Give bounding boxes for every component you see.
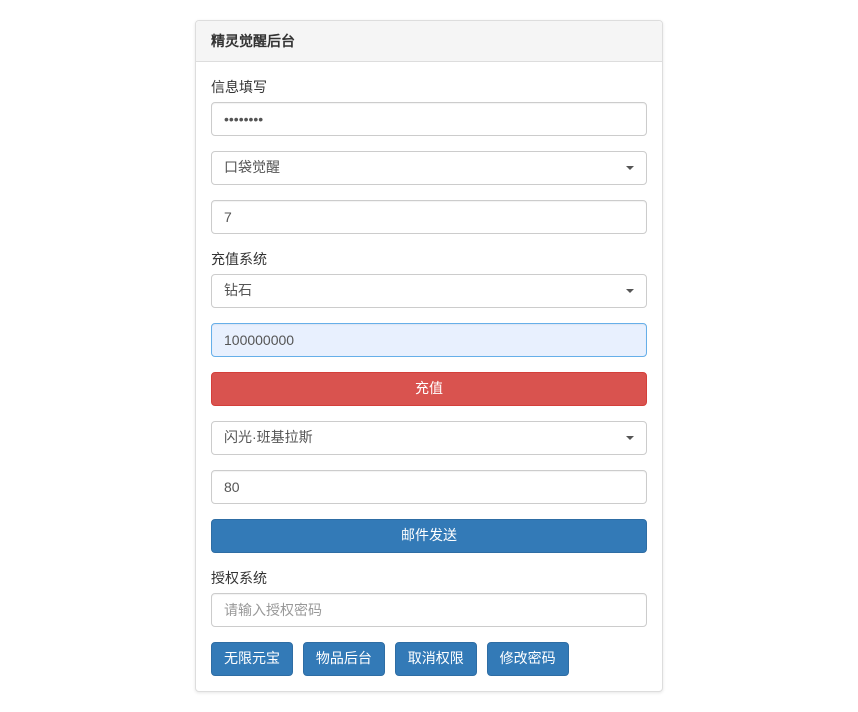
gate-selected-label: 口袋觉醒 <box>224 159 280 175</box>
region-input[interactable] <box>211 200 647 234</box>
auth-button-row: 无限元宝 物品后台 取消权限 修改密码 <box>211 642 647 676</box>
quantity-input[interactable] <box>211 470 647 504</box>
admin-panel: 精灵觉醒后台 信息填写 口袋觉醒 充值系统 钻石 <box>195 20 663 692</box>
gate-dropdown-toggle[interactable]: 口袋觉醒 <box>211 151 647 185</box>
item-backend-button[interactable]: 物品后台 <box>303 642 385 676</box>
item-dropdown-toggle[interactable]: 闪光·班基拉斯 <box>211 421 647 455</box>
caret-down-icon <box>626 289 634 293</box>
currency-selected-label: 钻石 <box>224 282 252 298</box>
panel-body: 信息填写 口袋觉醒 充值系统 钻石 <box>196 62 662 691</box>
password-input[interactable] <box>211 102 647 136</box>
item-dropdown[interactable]: 闪光·班基拉斯 <box>211 421 647 455</box>
currency-dropdown[interactable]: 钻石 <box>211 274 647 308</box>
item-selected-label: 闪光·班基拉斯 <box>224 429 313 445</box>
gate-dropdown[interactable]: 口袋觉醒 <box>211 151 647 185</box>
panel-title: 精灵觉醒后台 <box>211 31 647 51</box>
caret-down-icon <box>626 166 634 170</box>
change-password-button[interactable]: 修改密码 <box>487 642 569 676</box>
auth-label: 授权系统 <box>211 568 647 588</box>
recharge-button[interactable]: 充值 <box>211 372 647 406</box>
currency-dropdown-toggle[interactable]: 钻石 <box>211 274 647 308</box>
amount-input[interactable] <box>211 323 647 357</box>
recharge-label: 充值系统 <box>211 249 647 269</box>
mail-send-button[interactable]: 邮件发送 <box>211 519 647 553</box>
unlimited-button[interactable]: 无限元宝 <box>211 642 293 676</box>
info-label: 信息填写 <box>211 77 647 97</box>
revoke-permission-button[interactable]: 取消权限 <box>395 642 477 676</box>
caret-down-icon <box>626 436 634 440</box>
panel-heading: 精灵觉醒后台 <box>196 21 662 62</box>
auth-password-input[interactable] <box>211 593 647 627</box>
